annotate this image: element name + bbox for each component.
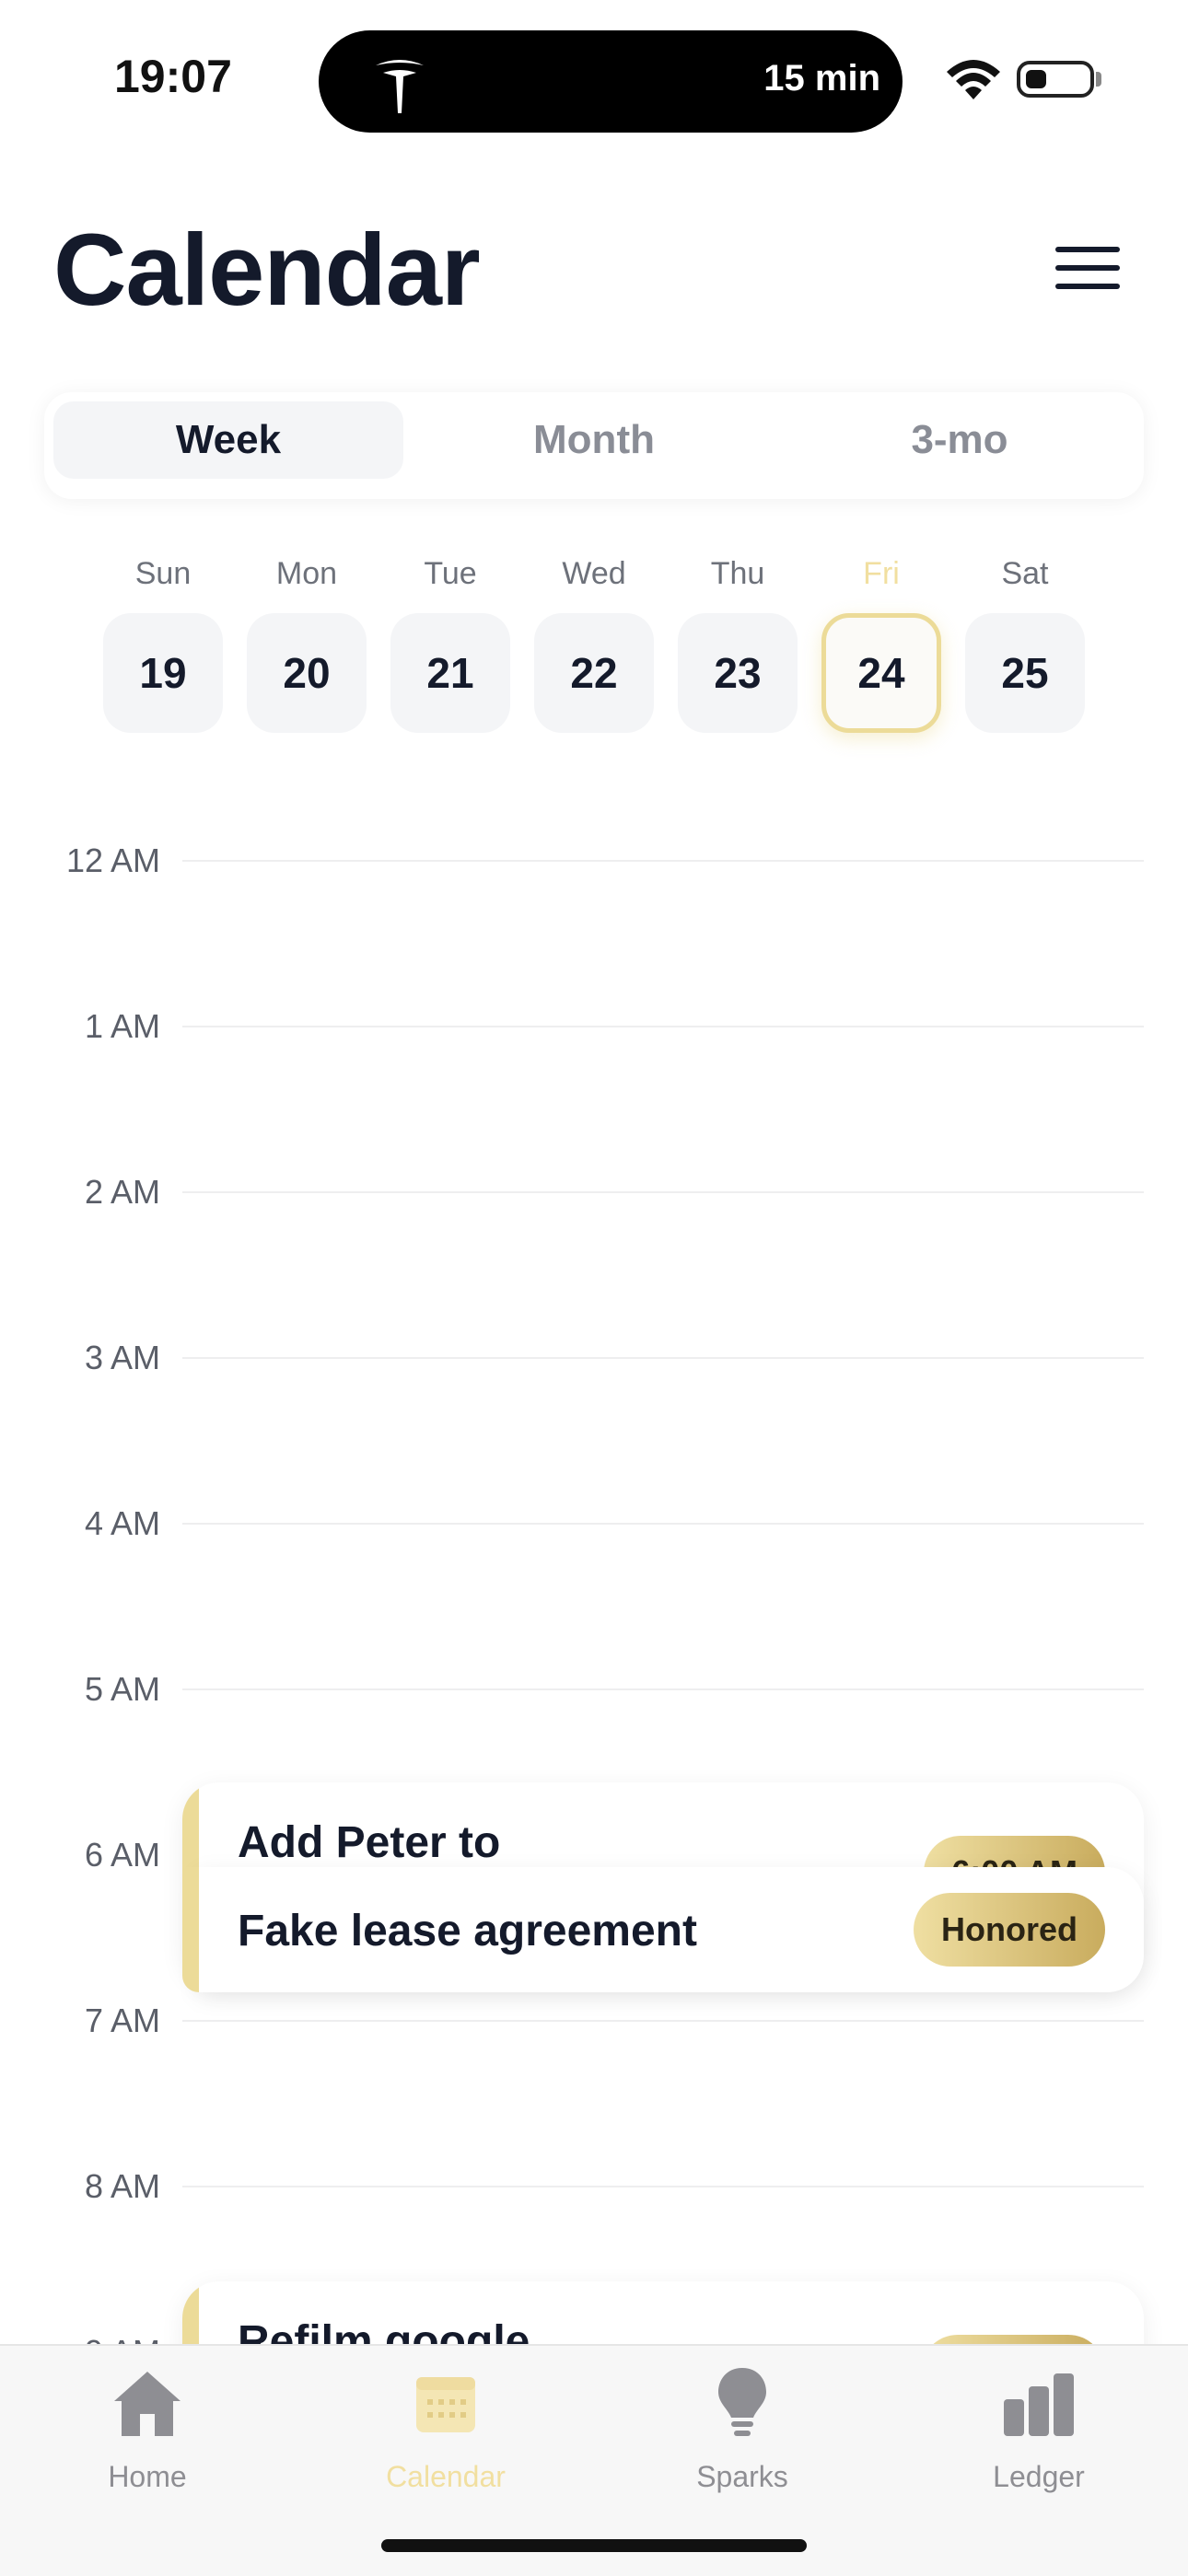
battery-icon: [1017, 61, 1094, 98]
day-button[interactable]: 23: [678, 613, 798, 733]
tab-month[interactable]: Month: [419, 401, 769, 479]
tab-ledger[interactable]: Ledger: [947, 2366, 1131, 2523]
weekday-label-today: Fri: [863, 556, 900, 591]
hour-label: 4 AM: [84, 1504, 160, 1542]
tab-label: Home: [108, 2460, 187, 2493]
view-switcher: Week Month 3-mo: [44, 392, 1144, 499]
calendar-icon: [416, 2377, 475, 2432]
wifi-icon: [947, 60, 1000, 99]
weekday-label: Mon: [275, 556, 338, 591]
day-button[interactable]: 20: [247, 613, 367, 733]
tab-home[interactable]: Home: [55, 2366, 239, 2523]
tab-calendar[interactable]: Calendar: [354, 2366, 538, 2523]
hamburger-menu-button[interactable]: [1048, 243, 1125, 295]
hour-label: 3 AM: [84, 1339, 160, 1376]
home-indicator[interactable]: [381, 2539, 807, 2552]
hour-line: [182, 1191, 1144, 1193]
hour-line: [182, 1026, 1144, 1027]
tab-label: Ledger: [993, 2460, 1085, 2493]
hour-line: [182, 1688, 1144, 1690]
weekday-label: Wed: [562, 556, 626, 591]
hour-label: 7 AM: [84, 2002, 160, 2039]
hamburger-icon: [1055, 265, 1120, 271]
dynamic-island[interactable]: 15 min: [319, 30, 903, 133]
lightbulb-icon: [718, 2368, 766, 2436]
event-title: Add Peter to: [238, 1818, 501, 1867]
event-status-badge: Honored: [914, 1893, 1105, 1967]
hour-line: [182, 2186, 1144, 2187]
weekday-label: Sat: [1001, 556, 1049, 591]
weekday-label: Thu: [710, 556, 765, 591]
bar-chart-icon: [1004, 2373, 1074, 2436]
hour-line: [182, 860, 1144, 862]
hour-label: 12 AM: [65, 841, 160, 879]
tab-sparks[interactable]: Sparks: [650, 2366, 834, 2523]
home-icon: [114, 2372, 181, 2436]
hour-line: [182, 2020, 1144, 2022]
tab-3-month[interactable]: 3-mo: [785, 401, 1135, 479]
hamburger-icon: [1055, 284, 1120, 289]
tab-label: Sparks: [696, 2460, 788, 2493]
hour-line: [182, 1523, 1144, 1525]
hour-label: 2 AM: [84, 1173, 160, 1211]
weekday-label: Sun: [134, 556, 192, 591]
event-accent-bar: [182, 1867, 199, 1992]
day-button[interactable]: 22: [534, 613, 654, 733]
hour-label: 1 AM: [84, 1007, 160, 1045]
event-title: Fake lease agreement: [238, 1907, 697, 1955]
hour-label: 6 AM: [84, 1836, 160, 1874]
hamburger-icon: [1055, 247, 1120, 252]
hour-line: [182, 1357, 1144, 1359]
tab-week[interactable]: Week: [53, 401, 403, 479]
page-title: Calendar: [53, 214, 481, 327]
status-bar: 19:07 15 min: [0, 0, 1188, 147]
tesla-logo-icon: [376, 60, 424, 113]
live-activity-text: 15 min: [763, 58, 880, 99]
day-button[interactable]: 21: [390, 613, 510, 733]
day-button[interactable]: 19: [103, 613, 223, 733]
weekday-label: Tue: [424, 556, 477, 591]
battery-tip: [1096, 72, 1101, 87]
hour-label: 5 AM: [84, 1670, 160, 1708]
status-time: 19:07: [114, 51, 232, 102]
event-card[interactable]: Fake lease agreement Honored: [197, 1867, 1144, 1992]
day-button-selected[interactable]: 24: [821, 613, 941, 733]
hour-label: 8 AM: [84, 2167, 160, 2205]
day-button[interactable]: 25: [965, 613, 1085, 733]
tab-label: Calendar: [386, 2460, 506, 2493]
battery-level: [1026, 70, 1046, 88]
